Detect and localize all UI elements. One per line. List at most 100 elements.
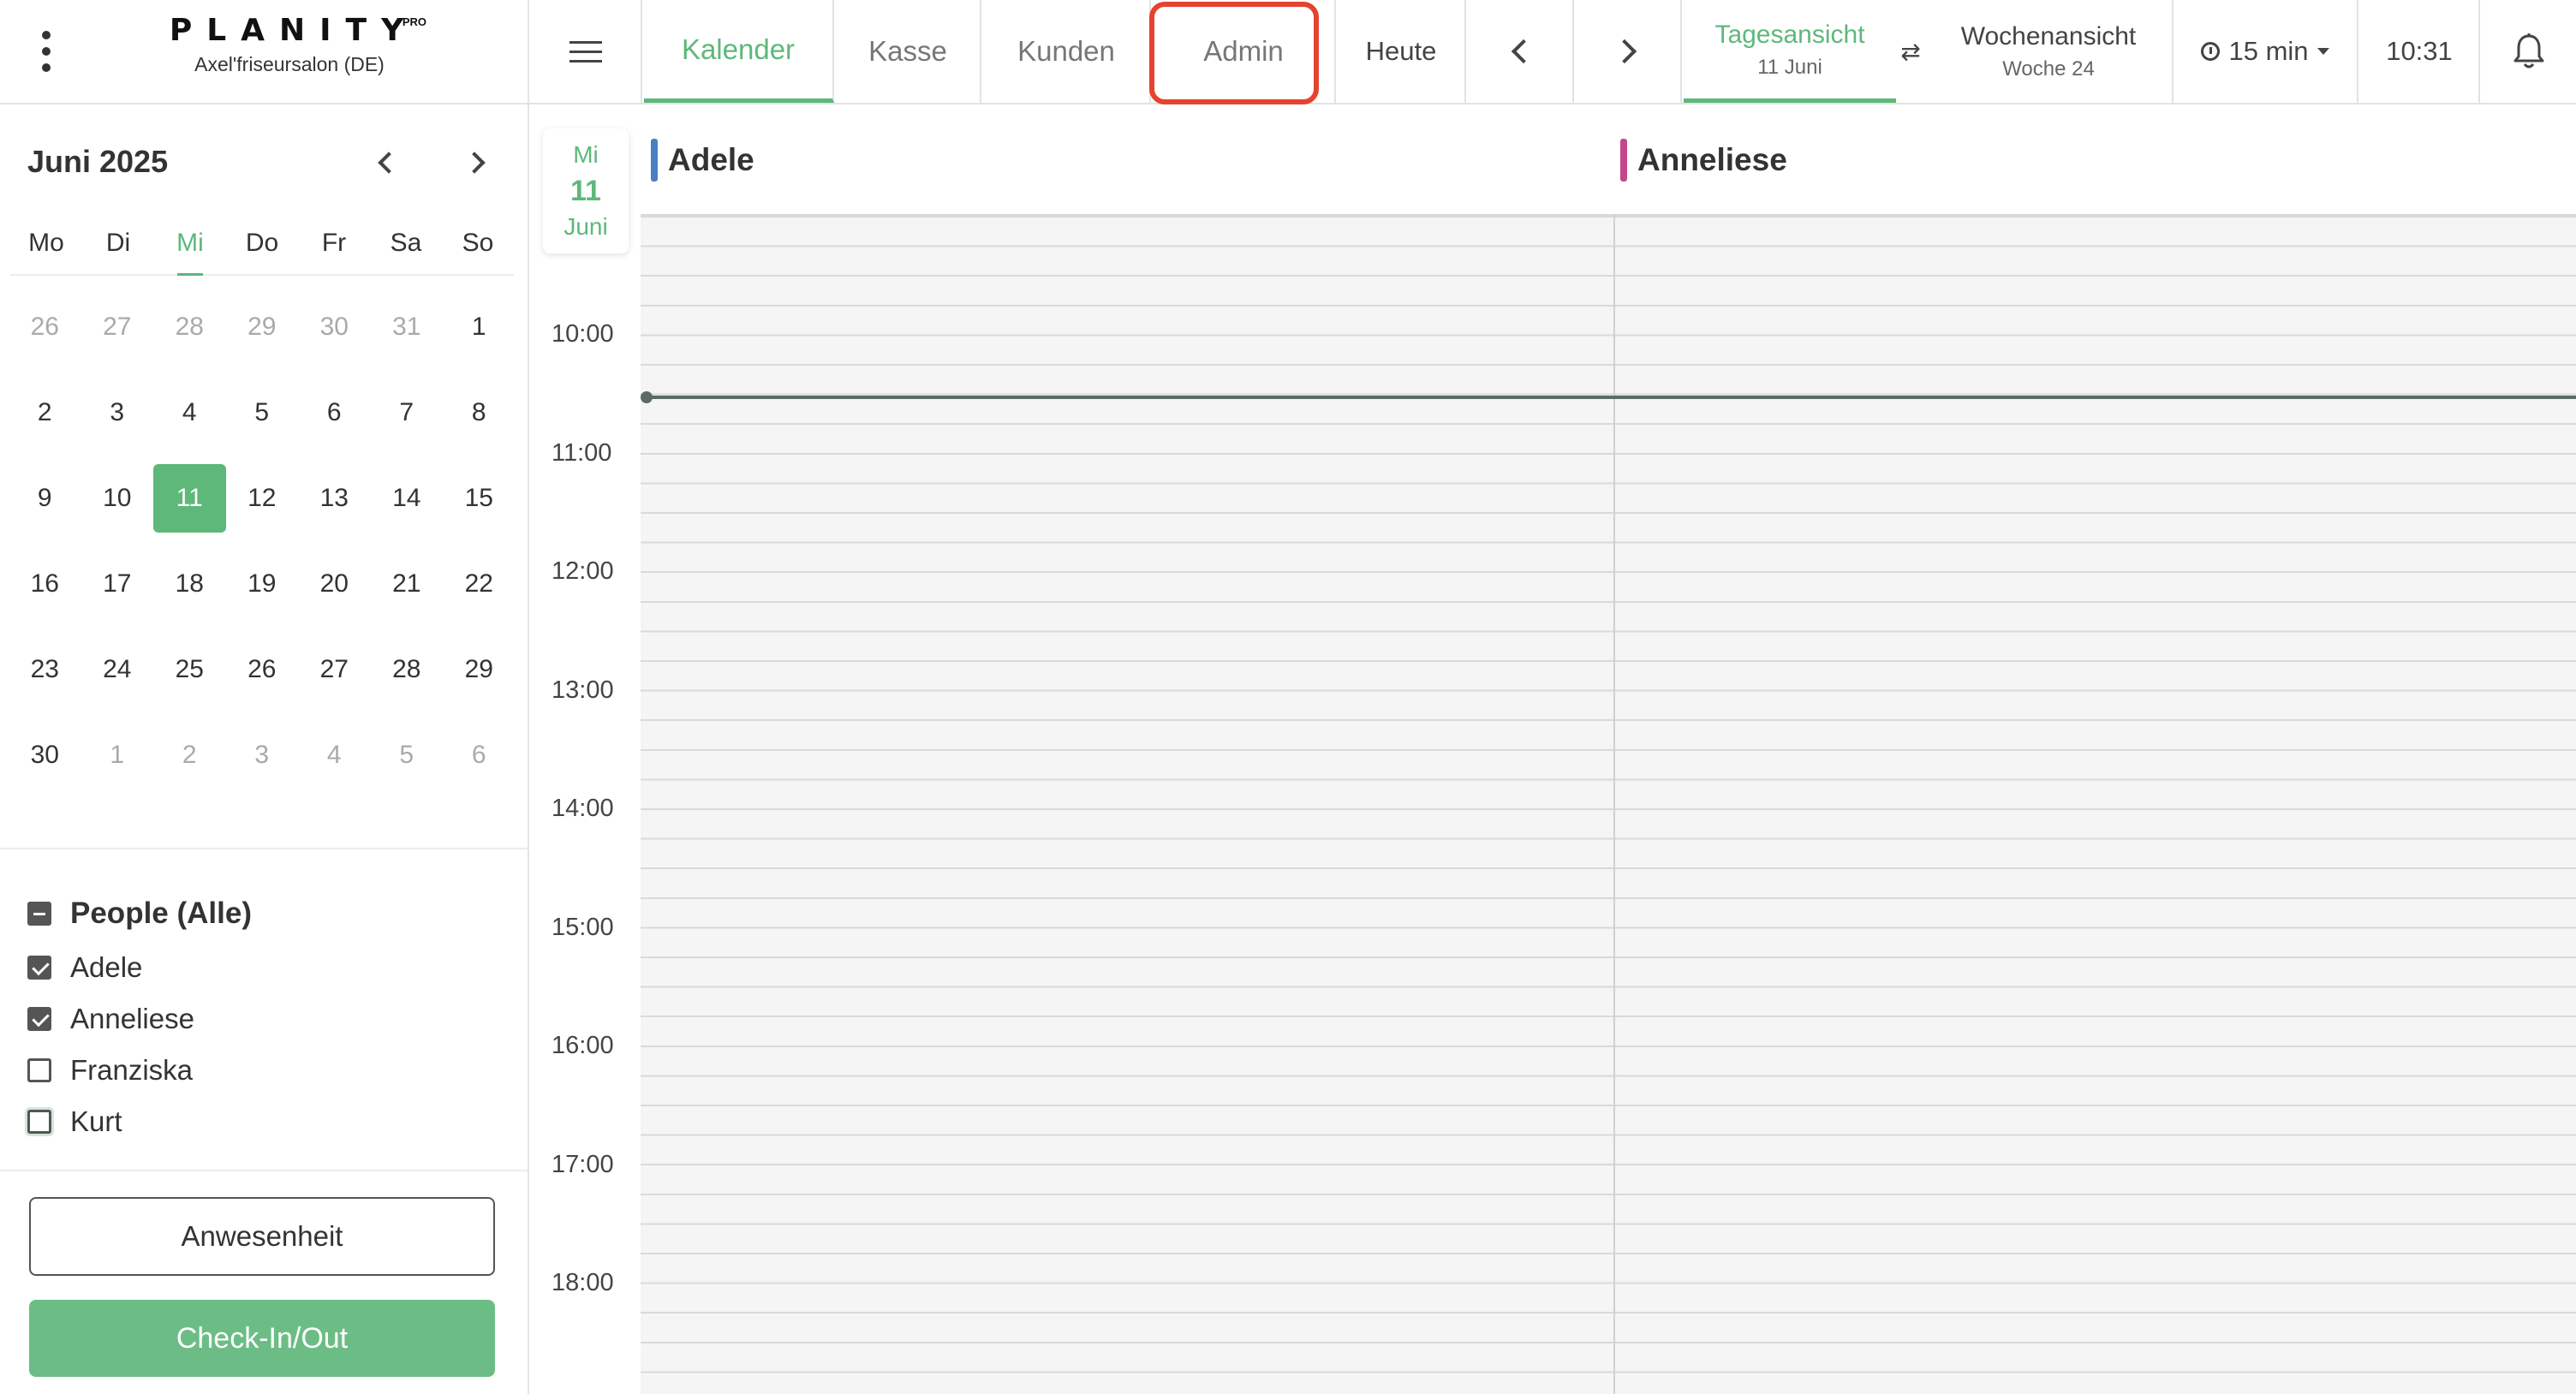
- month-title: Juni 2025: [27, 144, 168, 180]
- prev-day-button[interactable]: [1468, 0, 1574, 103]
- attendance-button[interactable]: Anwesenheit: [29, 1197, 495, 1276]
- calendar-day[interactable]: 28: [153, 293, 226, 361]
- calendar-day[interactable]: 23: [9, 635, 81, 704]
- checkbox-anneliese[interactable]: [27, 1007, 51, 1031]
- tab-kunden[interactable]: Kunden: [983, 0, 1151, 103]
- prev-month-button[interactable]: [368, 146, 402, 180]
- person-adele[interactable]: Adele: [27, 942, 507, 993]
- more-options-icon[interactable]: [34, 26, 58, 77]
- calendar-day[interactable]: 7: [371, 378, 444, 447]
- calendar-week-row: 30123456: [9, 721, 516, 807]
- calendar-day[interactable]: 17: [81, 550, 154, 618]
- calendar-day[interactable]: 13: [298, 464, 371, 533]
- tab-kalender[interactable]: Kalender: [644, 0, 834, 103]
- calendar-day[interactable]: 28: [371, 635, 444, 704]
- calendar-week-row: 23242526272829: [9, 635, 516, 721]
- week-view-toggle[interactable]: Wochenansicht Woche 24: [1927, 0, 2170, 103]
- weekday-label: Di: [82, 224, 154, 274]
- calendar-day[interactable]: 1: [81, 721, 154, 789]
- checkbox-people-all[interactable]: [27, 902, 51, 926]
- checkin-out-button[interactable]: Check-In/Out: [29, 1300, 495, 1377]
- calendar-day[interactable]: 29: [226, 293, 299, 361]
- sidebar: Juni 2025 MoDiMiDoFrSaSo 262728293031123…: [0, 104, 529, 1394]
- column-header-name: Anneliese: [1637, 142, 1787, 178]
- calendar-day[interactable]: 10: [81, 464, 154, 533]
- calendar-week-row: 16171819202122: [9, 550, 516, 635]
- notifications-button[interactable]: [2482, 0, 2576, 103]
- calendar-day[interactable]: 4: [298, 721, 371, 789]
- tab-admin[interactable]: Admin: [1153, 0, 1336, 103]
- person-anneliese[interactable]: Anneliese: [27, 993, 507, 1045]
- chevron-left-icon: [1512, 39, 1535, 63]
- day-calendar: Mi 11 Juni Adele Anneliese 10:0011:0012:…: [531, 104, 2576, 1394]
- menu-icon[interactable]: [531, 0, 642, 103]
- calendar-day[interactable]: 14: [371, 464, 444, 533]
- calendar-day[interactable]: 9: [9, 464, 81, 533]
- brand-name: PLANITY: [152, 12, 426, 50]
- calendar-week-row: 2627282930311: [9, 293, 516, 378]
- calendar-day[interactable]: 26: [226, 635, 299, 704]
- staff-color-bar: [651, 139, 658, 182]
- next-month-button[interactable]: [461, 146, 495, 180]
- calendar-day[interactable]: 6: [443, 721, 516, 789]
- people-all-toggle[interactable]: People (Alle): [27, 885, 507, 942]
- calendar-week-row: 9101112131415: [9, 464, 516, 550]
- calendar-day[interactable]: 12: [226, 464, 299, 533]
- calendar-day[interactable]: 3: [226, 721, 299, 789]
- calendar-day[interactable]: 5: [226, 378, 299, 447]
- calendar-day[interactable]: 31: [371, 293, 444, 361]
- column-header-anneliese: Anneliese: [1620, 137, 1787, 183]
- calendar-day[interactable]: 5: [371, 721, 444, 789]
- calendar-day[interactable]: 4: [153, 378, 226, 447]
- calendar-day[interactable]: 21: [371, 550, 444, 618]
- current-time-line: [647, 396, 2576, 399]
- today-button[interactable]: Heute: [1338, 0, 1466, 103]
- current-time: 10:31: [2360, 0, 2480, 103]
- current-time-dot: [641, 391, 653, 403]
- calendar-day[interactable]: 6: [298, 378, 371, 447]
- checkbox-franziska[interactable]: [27, 1058, 51, 1082]
- hour-label: 18:00: [552, 1269, 614, 1297]
- calendar-day[interactable]: 2: [9, 378, 81, 447]
- calendar-day[interactable]: 29: [443, 635, 516, 704]
- calendar-day[interactable]: 30: [298, 293, 371, 361]
- weekday-label: Sa: [370, 224, 442, 274]
- hour-label: 14:00: [552, 795, 614, 823]
- calendar-day[interactable]: 18: [153, 550, 226, 618]
- person-franziska[interactable]: Franziska: [27, 1045, 507, 1096]
- hour-label: 13:00: [552, 676, 614, 705]
- calendar-day-selected[interactable]: 11: [153, 464, 226, 533]
- divider: [0, 1170, 529, 1171]
- week-view-title: Wochenansicht: [1961, 21, 2137, 53]
- person-kurt[interactable]: Kurt: [27, 1096, 507, 1147]
- calendar-week-row: 2345678: [9, 378, 516, 464]
- weekday-label: Do: [226, 224, 298, 274]
- calendar-day[interactable]: 26: [9, 293, 81, 361]
- weekday-label: Mo: [10, 224, 82, 274]
- checkbox-kurt[interactable]: [27, 1110, 51, 1134]
- time-grid[interactable]: [641, 214, 2576, 1394]
- day-view-toggle[interactable]: Tagesansicht 11 Juni: [1684, 0, 1896, 103]
- chevron-left-icon: [378, 152, 399, 173]
- calendar-day[interactable]: 27: [81, 293, 154, 361]
- calendar-day[interactable]: 27: [298, 635, 371, 704]
- next-day-button[interactable]: [1576, 0, 1682, 103]
- calendar-day[interactable]: 30: [9, 721, 81, 789]
- calendar-day[interactable]: 19: [226, 550, 299, 618]
- interval-select[interactable]: 15 min: [2172, 0, 2358, 103]
- people-filter: People (Alle) Adele Anneliese Franziska …: [27, 885, 507, 1147]
- swap-view-icon[interactable]: ⇄: [1896, 34, 1925, 69]
- calendar-day[interactable]: 20: [298, 550, 371, 618]
- hour-label: 17:00: [552, 1151, 614, 1179]
- calendar-day[interactable]: 16: [9, 550, 81, 618]
- calendar-day[interactable]: 24: [81, 635, 154, 704]
- calendar-day[interactable]: 22: [443, 550, 516, 618]
- calendar-day[interactable]: 1: [443, 293, 516, 361]
- checkbox-adele[interactable]: [27, 956, 51, 980]
- calendar-day[interactable]: 3: [81, 378, 154, 447]
- tab-kasse[interactable]: Kasse: [836, 0, 981, 103]
- calendar-day[interactable]: 15: [443, 464, 516, 533]
- calendar-day[interactable]: 25: [153, 635, 226, 704]
- calendar-day[interactable]: 8: [443, 378, 516, 447]
- calendar-day[interactable]: 2: [153, 721, 226, 789]
